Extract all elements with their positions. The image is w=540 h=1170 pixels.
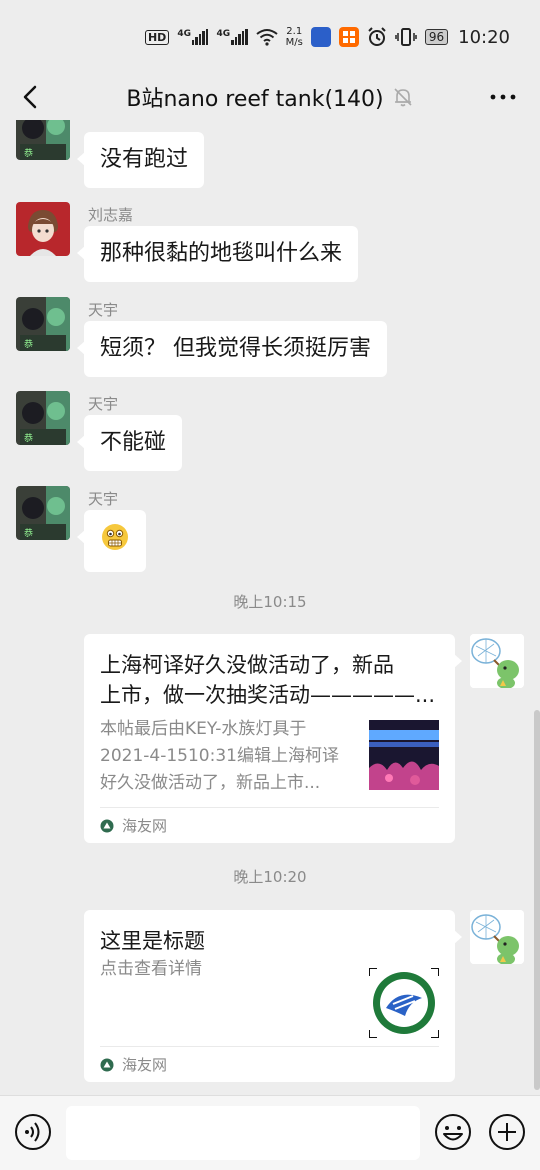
- message-bubble[interactable]: 不能碰: [76, 415, 183, 471]
- more-icon[interactable]: [488, 84, 518, 110]
- hd-indicator: HD: [144, 29, 170, 45]
- avatar[interactable]: 恭: [16, 297, 70, 351]
- avatar[interactable]: 恭: [16, 391, 70, 445]
- grimace-emoji-icon: [102, 524, 128, 550]
- chat-header: B站nano reef tank(140): [0, 74, 540, 120]
- card-thumbnail: [369, 968, 439, 1038]
- signal-icon: 4G: [177, 29, 209, 45]
- plus-icon[interactable]: [488, 1113, 526, 1151]
- chat-message-list[interactable]: 恭 没有跑过 刘志嘉 那种很黏的地毯叫什么来 恭 天宇 短须？ 但我觉得长须挺厉…: [0, 120, 540, 1095]
- link-card[interactable]: 上海柯译好久没做活动了，新品 上市，做一次抽奖活动—————... 本帖最后由K…: [84, 634, 462, 843]
- avatar[interactable]: 恭: [16, 486, 70, 540]
- voice-icon[interactable]: [14, 1113, 52, 1151]
- self-avatar[interactable]: [470, 634, 524, 688]
- vibrate-icon: [395, 28, 417, 46]
- sender-name: 天宇: [88, 490, 119, 508]
- source-app-icon: [100, 819, 114, 832]
- link-card[interactable]: 这里是标题 点击查看详情 海友网: [84, 910, 462, 1082]
- mute-bell-icon: [394, 88, 412, 107]
- svg-text:恭: 恭: [24, 148, 33, 159]
- sender-name: 刘志嘉: [88, 206, 134, 224]
- svg-text:恭: 恭: [24, 433, 33, 444]
- emoji-message-bubble[interactable]: 😬: [77, 510, 146, 572]
- card-body: 点击查看详情: [100, 956, 439, 1038]
- avatar[interactable]: 恭: [16, 120, 70, 160]
- message-bubble[interactable]: 短须？ 但我觉得长须挺厉害: [77, 321, 387, 377]
- alarm-icon: [367, 27, 387, 47]
- clock: 10:20: [458, 26, 510, 48]
- avatar[interactable]: [16, 202, 70, 256]
- scrollbar[interactable]: [534, 710, 540, 1090]
- card-body: 本帖最后由KEY-水族灯具于 2021-4-1510:31编辑上海柯译 好久没做…: [100, 716, 439, 797]
- message-input[interactable]: [66, 1106, 420, 1160]
- source-app-icon: [100, 1058, 114, 1071]
- svg-text:恭: 恭: [24, 339, 33, 350]
- sender-name: 天宇: [88, 301, 119, 319]
- chat-title: B站nano reef tank(140): [126, 87, 384, 112]
- signal-icon-2: 4G: [216, 29, 248, 45]
- network-speed: 2.1 M/s: [285, 26, 303, 48]
- battery-indicator: 96: [424, 29, 449, 45]
- self-avatar[interactable]: [470, 910, 524, 964]
- message-bubble[interactable]: 那种很黏的地毯叫什么来: [76, 226, 359, 282]
- emoji-icon[interactable]: [434, 1113, 472, 1151]
- card-title: 上海柯译好久没做活动了，新品 上市，做一次抽奖活动—————...: [100, 653, 436, 707]
- card-description: 点击查看详情: [100, 959, 202, 979]
- sender-name: 天宇: [88, 395, 119, 413]
- card-source: 海友网: [100, 807, 439, 843]
- input-bar: [0, 1095, 540, 1170]
- app-notification-icon-2: [338, 27, 359, 47]
- timestamp: 晚上10:20: [233, 868, 307, 886]
- card-thumbnail: [369, 720, 439, 790]
- message-bubble[interactable]: 没有跑过: [76, 132, 205, 188]
- timestamp: 晚上10:15: [233, 593, 307, 611]
- back-icon[interactable]: [16, 82, 46, 112]
- app-notification-icon: [310, 27, 331, 47]
- card-title: 这里是标题: [100, 929, 205, 953]
- wifi-icon: [256, 28, 278, 46]
- card-source: 海友网: [100, 1046, 439, 1082]
- status-bar: HD 4G 4G 2.1 M/s 96 10:20: [0, 0, 540, 74]
- card-description: 本帖最后由KEY-水族灯具于 2021-4-1510:31编辑上海柯译 好久没做…: [100, 719, 339, 793]
- svg-text:恭: 恭: [24, 528, 33, 539]
